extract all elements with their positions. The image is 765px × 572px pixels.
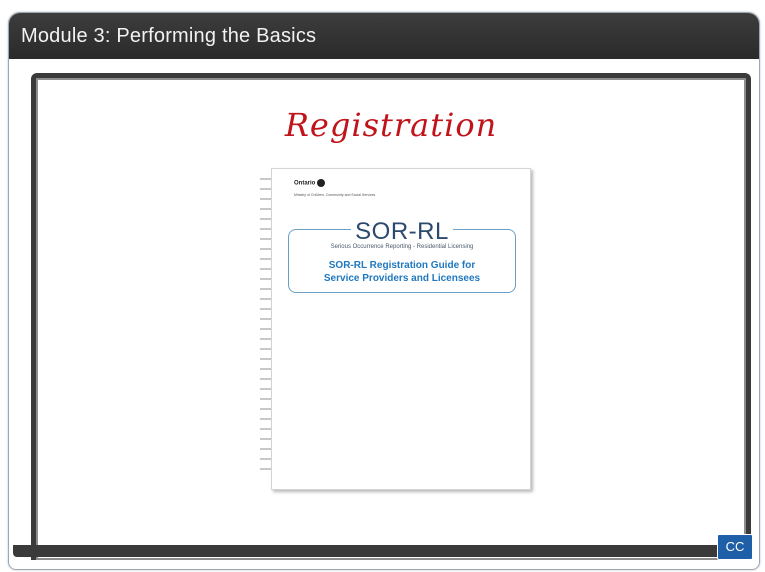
course-player: Module 3: Performing the Basics Registra… [8,12,760,570]
registration-guide-document: Ontario Ministry of Children, Community … [271,168,531,490]
trillium-icon [317,179,326,187]
ontario-logo: Ontario [294,179,326,187]
ministry-name: Ministry of Children, Community and Soci… [294,193,376,197]
slide-title: Registration [284,106,498,144]
document-subtitle: Serious Occurrence Reporting - Residenti… [330,244,474,250]
slide-stage: Registration Ontario Ministry of Childre… [31,73,751,560]
document-title-panel: SOR-RL Serious Occurrence Reporting - Re… [288,218,516,293]
closed-captions-button[interactable]: CC [717,534,753,560]
module-title: Module 3: Performing the Basics [9,13,759,59]
document-guide-title: SOR-RL Registration Guide for Service Pr… [323,260,481,284]
sor-rl-logo: SOR-RL [289,218,515,246]
player-bottom-bar [13,545,737,557]
